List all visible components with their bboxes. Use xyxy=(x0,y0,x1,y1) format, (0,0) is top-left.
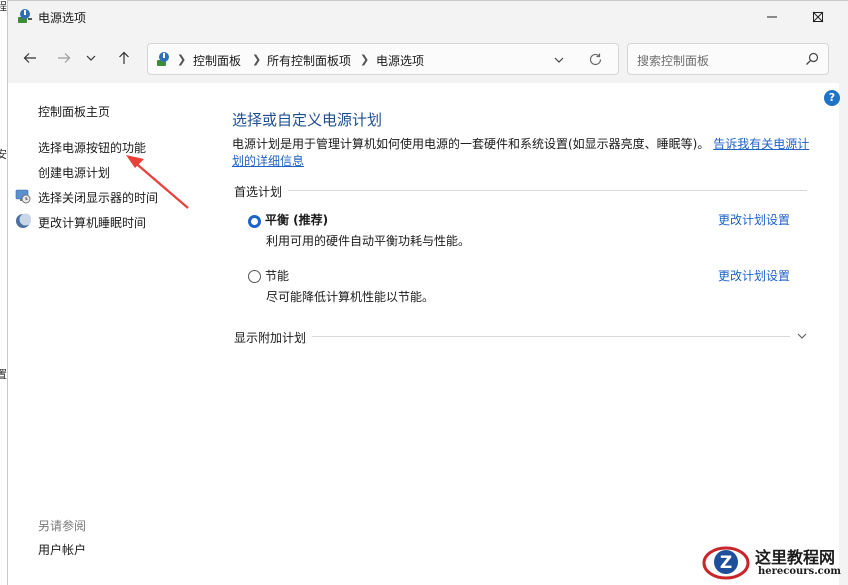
edge-text: 程 xyxy=(0,0,7,13)
power-options-icon xyxy=(18,9,32,23)
arrow-up-icon xyxy=(119,51,129,64)
watermark-logo-icon: Z xyxy=(702,546,750,580)
page-description: 电源计划是用于管理计算机如何使用电源的一套硬件和系统设置(如显示器亮度、睡眠等)… xyxy=(232,136,812,170)
plan-balanced-name[interactable]: 平衡 (推荐) xyxy=(265,211,328,228)
page-title: 选择或自定义电源计划 xyxy=(232,111,383,129)
watermark: Z 这里教程网 herecours.com xyxy=(700,540,848,585)
search-box[interactable]: 搜索控制面板 xyxy=(627,43,829,75)
help-icon[interactable]: ? xyxy=(824,90,840,106)
chevron-down-icon[interactable] xyxy=(795,329,809,343)
power-options-window: 电源选项 ❯ 控制面板 ❯ 所有控制面板项 ❯ 电源选项 搜索控制面板 控制面板… xyxy=(7,0,848,585)
plan-power-saver-name[interactable]: 节能 xyxy=(265,267,289,284)
watermark-title: 这里教程网 xyxy=(755,548,836,567)
divider xyxy=(234,190,807,191)
plan-power-saver-settings-link[interactable]: 更改计划设置 xyxy=(718,267,790,284)
edge-text: 安 xyxy=(0,148,7,161)
title-bar[interactable]: 电源选项 xyxy=(8,1,848,32)
close-button[interactable] xyxy=(795,1,841,32)
plan-balanced-radio[interactable] xyxy=(248,215,261,228)
control-panel-icon xyxy=(157,52,169,66)
arrow-right-icon xyxy=(58,53,71,63)
plan-balanced-settings-link[interactable]: 更改计划设置 xyxy=(718,211,790,228)
breadcrumb-separator: ❯ xyxy=(177,53,187,66)
plan-power-saver-description: 尽可能降低计算机性能以节能。 xyxy=(266,290,435,304)
plan-power-saver-radio[interactable] xyxy=(248,270,261,283)
breadcrumb-power-options[interactable]: 电源选项 xyxy=(376,52,424,69)
search-input[interactable]: 搜索控制面板 xyxy=(637,52,709,69)
minimize-icon xyxy=(767,16,777,17)
minimize-button[interactable] xyxy=(749,1,795,32)
see-also-heading: 另请参阅 xyxy=(38,519,87,533)
breadcrumb-separator: ❯ xyxy=(360,53,370,66)
background-window-edge: 程 安 置 xyxy=(0,0,7,585)
see-also-user-accounts-link[interactable]: 用户帐户 xyxy=(38,541,86,558)
sidebar-home-link[interactable]: 控制面板主页 xyxy=(38,103,110,120)
divider xyxy=(234,336,790,337)
close-icon xyxy=(812,11,824,22)
moon-icon xyxy=(16,213,31,228)
forward-button[interactable] xyxy=(53,47,75,69)
window-title: 电源选项 xyxy=(38,11,87,25)
back-button[interactable] xyxy=(19,47,41,69)
description-text: 电源计划是用于管理计算机如何使用电源的一套硬件和系统设置(如显示器亮度、睡眠等)… xyxy=(232,137,710,151)
chevron-down-icon[interactable] xyxy=(552,53,566,67)
plan-balanced-description: 利用可用的硬件自动平衡功耗与性能。 xyxy=(266,234,471,248)
breadcrumb-control-panel[interactable]: 控制面板 xyxy=(193,52,241,69)
arrow-left-icon xyxy=(23,53,36,63)
navigation-bar: ❯ 控制面板 ❯ 所有控制面板项 ❯ 电源选项 搜索控制面板 xyxy=(8,35,848,83)
recent-locations-button[interactable] xyxy=(84,47,98,69)
watermark-url: herecours.com xyxy=(758,566,842,577)
monitor-clock-icon xyxy=(15,189,31,204)
breadcrumb-separator: ❯ xyxy=(252,53,262,66)
address-bar[interactable]: ❯ 控制面板 ❯ 所有控制面板项 ❯ 电源选项 xyxy=(147,43,619,75)
annotation-arrow xyxy=(126,155,189,209)
edge-text: 置 xyxy=(0,368,7,381)
chevron-down-icon xyxy=(86,55,96,61)
breadcrumb-all-items[interactable]: 所有控制面板项 xyxy=(267,52,351,69)
search-icon[interactable] xyxy=(805,52,819,66)
sidebar-link-create-plan[interactable]: 创建电源计划 xyxy=(38,164,110,181)
svg-text:Z: Z xyxy=(720,553,732,573)
show-additional-plans-toggle[interactable]: 显示附加计划 xyxy=(234,329,313,346)
refresh-icon[interactable] xyxy=(588,52,603,67)
up-button[interactable] xyxy=(113,47,135,69)
preferred-plans-label: 首选计划 xyxy=(234,183,289,200)
